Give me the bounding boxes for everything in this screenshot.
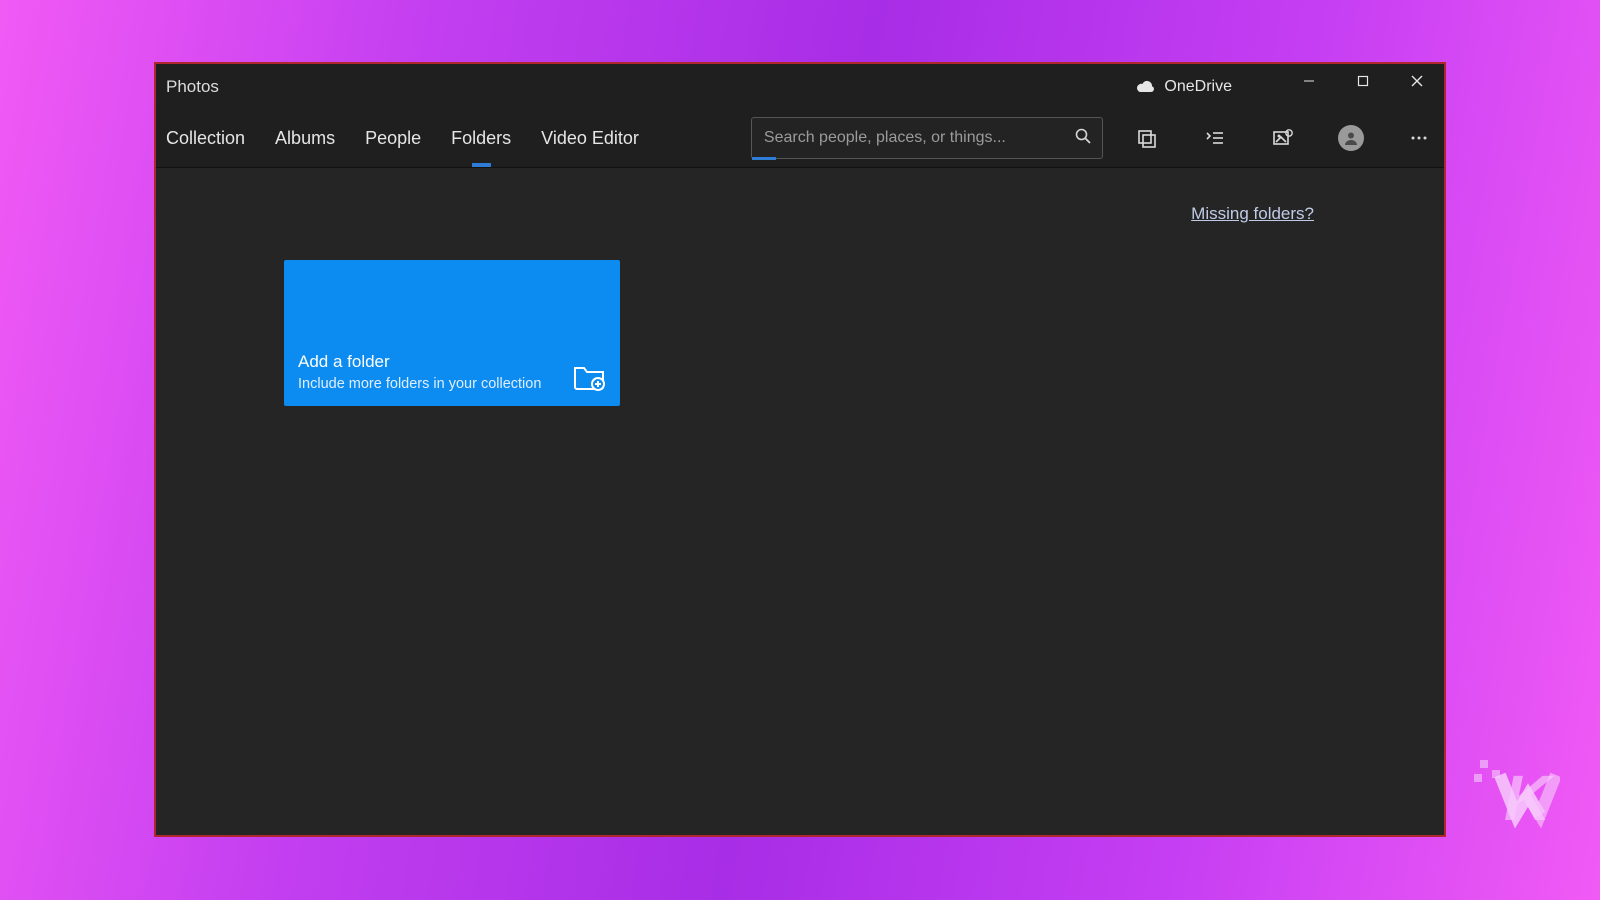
tab-collection[interactable]: Collection xyxy=(164,109,247,167)
search-box[interactable] xyxy=(751,117,1103,159)
tab-video-editor[interactable]: Video Editor xyxy=(539,109,641,167)
cloud-icon xyxy=(1136,80,1156,94)
titlebar-right: OneDrive xyxy=(1136,64,1444,109)
svg-text:K: K xyxy=(1504,762,1555,834)
tabs: Collection Albums People Folders Video E… xyxy=(156,109,641,167)
search-input[interactable] xyxy=(762,128,1074,148)
minimize-button[interactable] xyxy=(1282,64,1336,98)
maximize-button[interactable] xyxy=(1336,64,1390,98)
nav-row: Collection Albums People Folders Video E… xyxy=(156,109,1444,168)
edit-create-icon[interactable] xyxy=(1268,123,1298,153)
nav-right xyxy=(1132,123,1438,153)
add-folder-card[interactable]: Add a folder Include more folders in you… xyxy=(284,260,620,406)
watermark-logo: K xyxy=(1470,750,1560,840)
missing-folders-link[interactable]: Missing folders? xyxy=(1191,204,1314,224)
onedrive-button[interactable]: OneDrive xyxy=(1136,78,1232,96)
content-area: Missing folders? Add a folder Include mo… xyxy=(156,168,1444,835)
search-icon xyxy=(1074,127,1092,150)
add-folder-subtitle: Include more folders in your collection xyxy=(298,376,541,392)
photos-app-window: Photos OneDrive xyxy=(154,62,1446,837)
tab-albums[interactable]: Albums xyxy=(273,109,337,167)
titlebar: Photos OneDrive xyxy=(156,64,1444,109)
desktop-background: Photos OneDrive xyxy=(0,0,1600,900)
app-title: Photos xyxy=(166,77,219,97)
select-icon[interactable] xyxy=(1200,123,1230,153)
tab-folders[interactable]: Folders xyxy=(449,109,513,167)
add-folder-title: Add a folder xyxy=(298,352,541,372)
folder-plus-icon xyxy=(572,362,606,392)
user-avatar-icon xyxy=(1338,125,1364,151)
account-button[interactable] xyxy=(1336,123,1366,153)
import-icon[interactable] xyxy=(1132,123,1162,153)
tab-people[interactable]: People xyxy=(363,109,423,167)
more-icon[interactable] xyxy=(1404,123,1434,153)
close-button[interactable] xyxy=(1390,64,1444,98)
onedrive-label: OneDrive xyxy=(1164,78,1232,96)
window-controls xyxy=(1282,64,1444,109)
